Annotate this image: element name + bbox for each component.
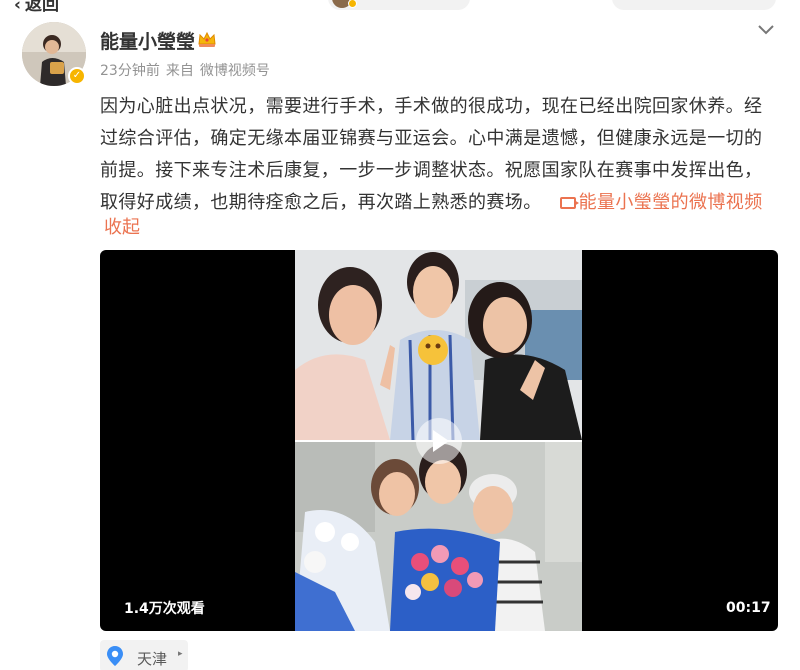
thumbnail-photo-bottom [295,442,582,631]
back-button[interactable]: ‹ 返回 [14,0,59,15]
search-pill[interactable] [612,0,776,10]
post-meta: 23分钟前 来自 微博视频号 [100,60,276,80]
location-pin-icon [107,646,123,666]
top-nav: ‹ 返回 [0,0,800,15]
play-icon[interactable] [416,418,462,464]
user-pill[interactable] [328,0,470,10]
author-name[interactable]: 能量小瑩瑩 [100,27,195,54]
collapse-button[interactable]: 收起 [104,213,140,239]
video-link[interactable]: 能量小瑩瑩的微博视频 [579,192,763,213]
post-text: 因为心脏出点状况，需要进行手术，手术做的很成功，现在已经出院回家休养。经过综合评… [100,91,780,219]
crown-icon [198,31,216,47]
video-icon [559,197,579,209]
thumbnail-photo-top [295,250,582,440]
post-source[interactable]: 微博视频号 [200,63,270,79]
source-prefix: 来自 [165,63,194,79]
back-arrow-icon: ‹ [14,0,22,15]
location-tag[interactable]: 天津 ▸ [100,640,188,670]
location-label: 天津 [137,650,168,668]
video-player[interactable]: 1.4万次观看 00:17 [100,250,778,631]
video-duration: 00:17 [726,600,771,616]
chevron-down-icon[interactable] [756,23,776,37]
view-count: 1.4万次观看 [124,601,205,617]
chevron-right-icon: ▸ [178,649,183,659]
verified-badge-icon: ✓ [68,67,86,85]
mini-verified-icon [348,0,357,8]
back-label: 返回 [25,0,60,15]
post-time: 23分钟前 [100,63,160,79]
